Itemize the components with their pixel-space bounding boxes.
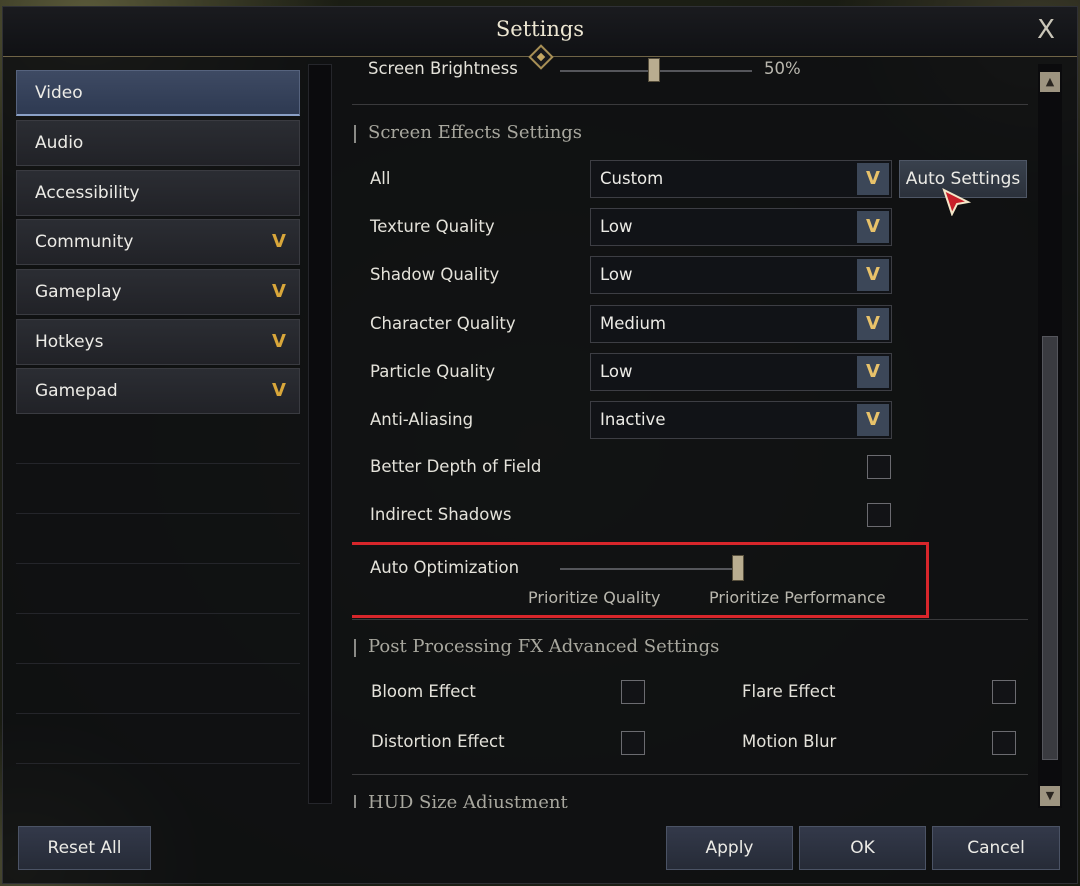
depth-of-field-label: Better Depth of Field <box>370 457 542 476</box>
dropdown-value: Inactive <box>600 410 666 429</box>
chevron-down-icon: V <box>857 163 889 195</box>
divider <box>352 104 1028 105</box>
sidebar-item-label: Video <box>35 83 83 103</box>
apply-button[interactable]: Apply <box>666 826 793 870</box>
chevron-down-icon: V <box>272 231 286 252</box>
flare-effect-checkbox[interactable] <box>992 680 1016 704</box>
dropdown-value: Low <box>600 217 633 236</box>
sidebar-item-label: Audio <box>35 133 84 153</box>
distortion-effect-label: Distortion Effect <box>371 732 505 751</box>
brightness-slider-thumb[interactable] <box>648 58 660 82</box>
chevron-down-icon: V <box>857 356 889 388</box>
chevron-down-icon: V <box>272 331 286 352</box>
auto-optimization-highlight <box>352 542 929 618</box>
motion-blur-label: Motion Blur <box>742 732 837 751</box>
bloom-effect-label: Bloom Effect <box>371 682 476 701</box>
chevron-down-icon: V <box>272 281 286 302</box>
chevron-down-icon: V <box>272 380 286 401</box>
content-scrollbar[interactable]: ▲ ▼ <box>1038 64 1062 808</box>
sidebar-item-accessibility[interactable]: Accessibility <box>16 170 300 216</box>
shadow-quality-dropdown[interactable]: Low V <box>590 256 892 294</box>
sidebar-divider-line <box>16 763 300 764</box>
mouse-cursor-icon <box>942 188 972 216</box>
scroll-up-icon[interactable]: ▲ <box>1040 72 1060 92</box>
dropdown-value: Custom <box>600 169 664 188</box>
texture-quality-dropdown[interactable]: Low V <box>590 208 892 246</box>
dropdown-value: Medium <box>600 314 666 333</box>
divider <box>352 619 1028 620</box>
brightness-label: Screen Brightness <box>368 59 518 78</box>
sidebar-item-video[interactable]: Video <box>16 70 300 116</box>
ok-button[interactable]: OK <box>799 826 926 870</box>
reset-all-button[interactable]: Reset All <box>18 826 151 870</box>
chevron-down-icon: V <box>857 211 889 243</box>
indirect-shadows-label: Indirect Shadows <box>370 505 512 524</box>
dropdown-value: Low <box>600 265 633 284</box>
window-title: Settings <box>495 17 585 41</box>
shadow-quality-label: Shadow Quality <box>370 265 500 284</box>
anti-aliasing-label: Anti-Aliasing <box>370 410 474 429</box>
brightness-value: 50% <box>764 59 801 78</box>
sidebar-item-hotkeys[interactable]: Hotkeys V <box>16 319 300 365</box>
close-icon[interactable]: X <box>1033 17 1059 43</box>
depth-of-field-checkbox[interactable] <box>867 455 891 479</box>
sidebar-item-gamepad[interactable]: Gamepad V <box>16 368 300 414</box>
sidebar-divider-line <box>16 613 300 614</box>
sidebar-scroll-gutter <box>308 64 332 804</box>
scroll-down-icon[interactable]: ▼ <box>1040 786 1060 806</box>
character-quality-dropdown[interactable]: Medium V <box>590 305 892 343</box>
particle-quality-label: Particle Quality <box>370 362 496 381</box>
sidebar-item-community[interactable]: Community V <box>16 219 300 265</box>
sidebar-item-label: Gameplay <box>35 282 122 302</box>
sidebar-divider-line <box>16 463 300 464</box>
distortion-effect-checkbox[interactable] <box>621 731 645 755</box>
sidebar-item-label: Accessibility <box>35 183 140 203</box>
character-quality-label: Character Quality <box>370 314 516 333</box>
all-label: All <box>370 169 391 188</box>
sidebar-item-label: Gamepad <box>35 381 118 401</box>
texture-quality-label: Texture Quality <box>370 217 495 236</box>
video-settings-panel: Screen Brightness 50% Screen Effects Set… <box>352 56 1028 808</box>
anti-aliasing-dropdown[interactable]: Inactive V <box>590 401 892 439</box>
dropdown-value: Low <box>600 362 633 381</box>
flare-effect-label: Flare Effect <box>742 682 836 701</box>
indirect-shadows-checkbox[interactable] <box>867 503 891 527</box>
divider <box>352 774 1028 775</box>
hud-size-title: HUD Size Adjustment <box>352 792 568 808</box>
bloom-effect-checkbox[interactable] <box>621 680 645 704</box>
scrollbar-thumb[interactable] <box>1042 336 1058 760</box>
sidebar-divider-line <box>16 513 300 514</box>
chevron-down-icon: V <box>857 259 889 291</box>
motion-blur-checkbox[interactable] <box>992 731 1016 755</box>
sidebar-divider-line <box>16 663 300 664</box>
chevron-down-icon: V <box>857 404 889 436</box>
all-preset-dropdown[interactable]: Custom V <box>590 160 892 198</box>
post-processing-title: Post Processing FX Advanced Settings <box>352 636 719 657</box>
cancel-button[interactable]: Cancel <box>932 826 1060 870</box>
particle-quality-dropdown[interactable]: Low V <box>590 353 892 391</box>
sidebar-item-audio[interactable]: Audio <box>16 120 300 166</box>
sidebar-divider-line <box>16 563 300 564</box>
sidebar-item-gameplay[interactable]: Gameplay V <box>16 269 300 315</box>
sidebar-item-label: Community <box>35 232 134 252</box>
chevron-down-icon: V <box>857 308 889 340</box>
sidebar-divider-line <box>16 713 300 714</box>
settings-sidebar: Video Audio Accessibility Community V Ga… <box>16 64 302 804</box>
sidebar-item-label: Hotkeys <box>35 332 104 352</box>
screen-effects-title: Screen Effects Settings <box>352 122 582 143</box>
